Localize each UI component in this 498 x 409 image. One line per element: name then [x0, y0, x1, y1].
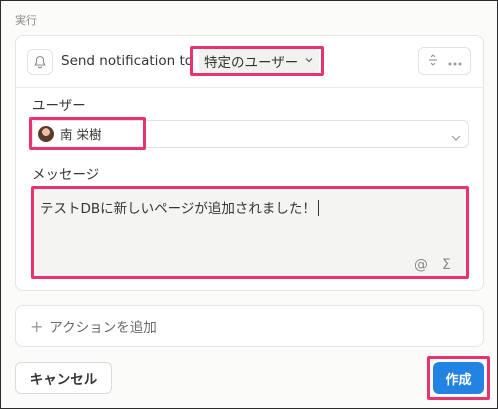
message-input[interactable]: テストDBに新しいページが追加されました！ @ Σ — [31, 186, 469, 279]
add-action-label: アクションを追加 — [49, 320, 157, 336]
more-icon[interactable] — [447, 52, 463, 71]
selected-user-name: 南 栄樹 — [60, 127, 102, 142]
action-toolbar — [418, 47, 471, 75]
user-field-label: ユーザー — [32, 98, 86, 114]
create-button-highlight: 作成 — [427, 356, 490, 400]
action-card-header: Send notification to 特定のユーザー — [16, 36, 483, 88]
avatar — [38, 125, 54, 142]
create-button[interactable]: 作成 — [433, 362, 484, 394]
chevron-down-icon[interactable] — [450, 128, 462, 147]
cancel-button[interactable]: キャンセル — [15, 362, 112, 394]
message-text: テストDBに新しいページが追加されました！ — [40, 201, 316, 217]
add-action-button[interactable]: + アクションを追加 — [15, 305, 484, 347]
plus-icon: + — [30, 316, 44, 336]
section-label: 実行 — [15, 14, 37, 27]
recipient-type-select[interactable]: 特定のユーザー — [190, 46, 324, 76]
selected-user-chip[interactable]: 南 栄樹 — [29, 117, 146, 150]
split-icon[interactable] — [426, 52, 440, 71]
message-field-label: メッセージ — [32, 167, 100, 183]
mention-icon[interactable]: @ — [414, 257, 428, 273]
chevron-down-icon — [304, 53, 314, 69]
text-caret — [317, 200, 319, 216]
action-card: Send notification to 特定のユーザー ユーザー 南 栄樹 メ… — [15, 35, 484, 291]
bell-icon — [27, 49, 53, 75]
action-description: Send notification to — [61, 53, 194, 69]
recipient-type-value: 特定のユーザー — [204, 55, 299, 71]
automation-dialog: 実行 Send notification to 特定のユーザー ユーザー 南 栄… — [0, 0, 498, 409]
formula-icon[interactable]: Σ — [442, 257, 451, 273]
